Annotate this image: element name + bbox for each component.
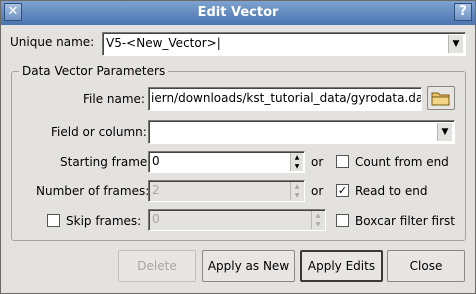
starting-frame-spinbox[interactable]: 0 ▲ ▼ bbox=[148, 151, 305, 173]
skip-frames-spinbox[interactable]: 0 ▲ ▼ bbox=[148, 209, 326, 231]
close-button[interactable]: Close bbox=[387, 250, 465, 282]
unique-name-label: Unique name: bbox=[10, 35, 95, 49]
spin-up-icon[interactable]: ▲ bbox=[291, 182, 303, 191]
or-label-1: or bbox=[311, 155, 324, 169]
read-to-end-label: Read to end bbox=[355, 184, 428, 198]
number-of-frames-spinbox[interactable]: 2 ▲ ▼ bbox=[148, 180, 305, 202]
help-icon[interactable]: ? bbox=[454, 3, 472, 21]
or-label-2: or bbox=[311, 184, 324, 198]
spin-down-icon[interactable]: ▼ bbox=[291, 191, 303, 200]
group-title: Data Vector Parameters bbox=[19, 64, 169, 78]
count-from-end-label: Count from end bbox=[355, 155, 449, 169]
number-of-frames-label: Number of frames: bbox=[36, 184, 150, 198]
count-from-end-checkbox[interactable] bbox=[336, 155, 349, 168]
spin-up-icon[interactable]: ▲ bbox=[291, 153, 303, 162]
field-column-combo[interactable]: ▼ bbox=[148, 120, 455, 144]
number-of-frames-spin-buttons[interactable]: ▲ ▼ bbox=[290, 182, 303, 200]
title-bar: ✕ Edit Vector ? bbox=[1, 1, 475, 25]
starting-frame-spin-buttons[interactable]: ▲ ▼ bbox=[290, 153, 303, 171]
unique-name-combo[interactable]: V5-<New_Vector>| ▼ bbox=[102, 32, 466, 56]
skip-frames-value: 0 bbox=[152, 212, 160, 226]
spin-down-icon[interactable]: ▼ bbox=[312, 220, 324, 229]
spin-up-icon[interactable]: ▲ bbox=[312, 211, 324, 220]
chevron-down-icon[interactable]: ▼ bbox=[437, 123, 452, 141]
edit-vector-dialog: ✕ Edit Vector ? Unique name: V5-<New_Vec… bbox=[0, 0, 476, 294]
apply-edits-button[interactable]: Apply Edits bbox=[300, 250, 383, 282]
unique-name-value: V5-<New_Vector> bbox=[106, 36, 217, 50]
boxcar-filter-label: Boxcar filter first bbox=[355, 214, 455, 228]
file-name-value: iern/downloads/kst_tutorial_data/gyrodat… bbox=[151, 91, 422, 105]
folder-icon bbox=[431, 92, 450, 106]
chevron-down-icon[interactable]: ▼ bbox=[448, 35, 463, 53]
starting-frame-label: Starting frame: bbox=[60, 155, 152, 169]
skip-frames-spin-buttons[interactable]: ▲ ▼ bbox=[311, 211, 324, 229]
read-to-end-checkbox[interactable]: ✓ bbox=[336, 184, 349, 197]
apply-as-new-button[interactable]: Apply as New bbox=[202, 250, 295, 282]
starting-frame-value: 0 bbox=[152, 154, 160, 168]
browse-button[interactable] bbox=[427, 86, 455, 110]
spin-down-icon[interactable]: ▼ bbox=[291, 162, 303, 171]
file-name-input[interactable]: iern/downloads/kst_tutorial_data/gyrodat… bbox=[148, 87, 422, 111]
window-title: Edit Vector bbox=[197, 5, 279, 20]
skip-frames-checkbox[interactable] bbox=[47, 214, 60, 227]
file-name-label: File name: bbox=[83, 92, 145, 106]
number-of-frames-value: 2 bbox=[152, 183, 160, 197]
boxcar-filter-checkbox[interactable] bbox=[336, 214, 349, 227]
checkmark-icon: ✓ bbox=[337, 184, 348, 197]
text-cursor: | bbox=[216, 36, 221, 50]
field-column-label: Field or column: bbox=[51, 125, 147, 139]
delete-button[interactable]: Delete bbox=[118, 250, 196, 282]
skip-frames-label: Skip frames: bbox=[66, 214, 142, 228]
